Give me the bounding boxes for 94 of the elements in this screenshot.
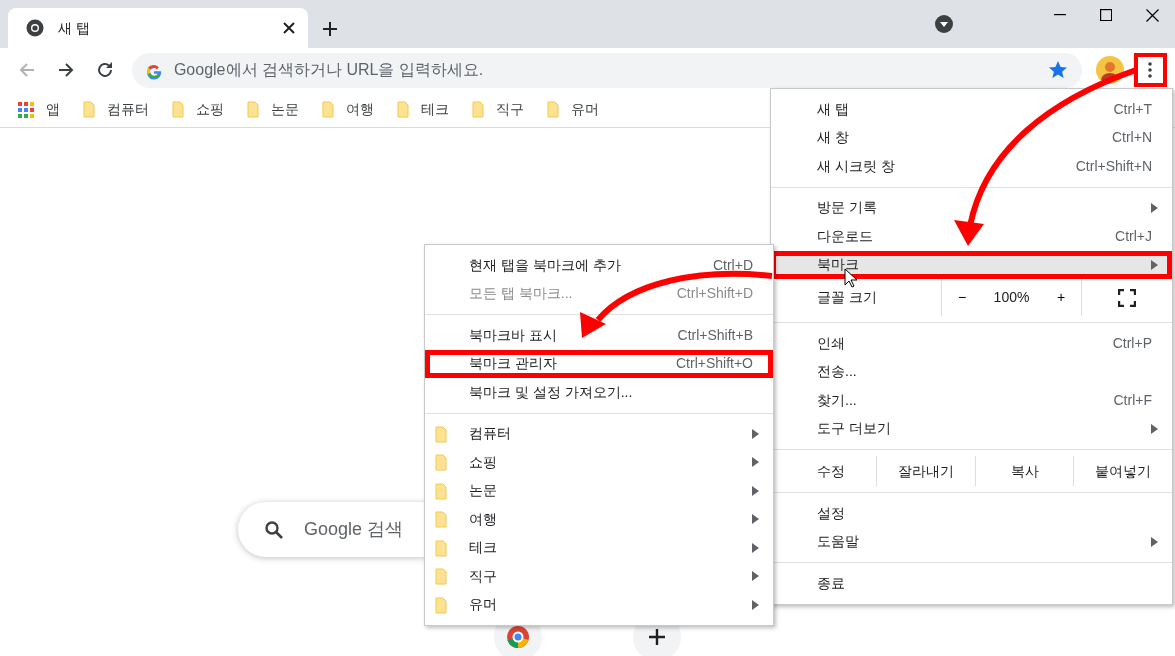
menu-item[interactable]: 쇼핑	[425, 448, 773, 477]
menu-item[interactable]: 도움말	[771, 527, 1172, 556]
shortcut-label: Ctrl+J	[1115, 226, 1152, 246]
menu-item[interactable]: 설정	[771, 499, 1172, 528]
menu-item[interactable]: 북마크 및 설정 가져오기...	[425, 378, 773, 407]
menu-label: 수정	[816, 461, 846, 481]
folder-icon	[435, 568, 447, 585]
shortcut-label: Ctrl+Shift+O	[675, 354, 753, 374]
plus-icon	[322, 21, 338, 37]
menu-item[interactable]: 컴퓨터	[425, 419, 773, 448]
menu-item[interactable]: 직구	[425, 562, 773, 591]
submenu-arrow-icon	[751, 514, 759, 525]
shortcut-label: Ctrl+P	[1112, 333, 1152, 353]
menu-item[interactable]: 북마크 관리자 Ctrl+Shift+O	[425, 349, 773, 378]
submenu-arrow-icon	[1150, 536, 1158, 547]
submenu-arrow-icon	[1150, 423, 1158, 434]
menu-item[interactable]: 다운로드 Ctrl+J	[771, 222, 1172, 251]
folder-icon	[435, 425, 447, 443]
menu-item[interactable]: 논문	[425, 476, 773, 505]
folder-icon	[397, 101, 409, 118]
bookmark-folder[interactable]: 테크	[397, 99, 449, 120]
maximize-icon	[1100, 9, 1112, 21]
bookmark-folder[interactable]: 직구	[472, 99, 524, 120]
folder-icon	[435, 511, 447, 528]
plus-icon	[648, 628, 666, 646]
folder-icon	[547, 101, 559, 118]
dropdown-icon	[935, 15, 953, 33]
tab-search-button[interactable]	[935, 15, 953, 33]
folder-icon	[172, 101, 184, 118]
zoom-level: 100%	[992, 288, 1031, 307]
menu-button[interactable]	[1133, 53, 1167, 87]
menu-item[interactable]: 북마크바 표시 Ctrl+Shift+B	[425, 321, 773, 350]
menu-item[interactable]: 현재 탭을 북마크에 추가 Ctrl+D	[425, 251, 773, 280]
folder-icon	[322, 101, 334, 118]
close-tab-button[interactable]	[282, 21, 296, 35]
submenu-arrow-icon	[751, 542, 759, 553]
submenu-arrow-icon	[1150, 202, 1158, 213]
submenu-arrow-icon	[1150, 259, 1158, 270]
apps-icon	[18, 101, 34, 118]
bookmark-folder[interactable]: 컴퓨터	[83, 99, 149, 120]
edit-button[interactable]: 붙여넣기	[1073, 456, 1172, 486]
menu-item[interactable]: 도구 더보기	[771, 414, 1172, 443]
close-icon	[282, 21, 296, 35]
search-icon	[264, 520, 284, 540]
bookmark-folder[interactable]: 쇼핑	[172, 99, 224, 120]
close-window-icon	[1145, 8, 1159, 22]
zoom-in-button[interactable]: +	[1041, 287, 1081, 308]
address-field[interactable]: Google에서 검색하거나 URL을 입력하세요.	[131, 52, 1082, 88]
menu-item[interactable]: 북마크	[771, 250, 1172, 279]
edit-button[interactable]: 잘라내기	[876, 456, 975, 486]
fullscreen-icon	[1118, 288, 1136, 307]
shortcut-label: Ctrl+Shift+N	[1075, 156, 1152, 176]
menu-item[interactable]: 새 탭 Ctrl+T	[771, 95, 1172, 124]
menu-icon	[1148, 62, 1153, 78]
menu-item[interactable]: 새 창 Ctrl+N	[771, 123, 1172, 152]
folder-icon	[435, 596, 447, 614]
star-icon[interactable]	[1047, 59, 1068, 80]
menu-item[interactable]: 방문 기록	[771, 193, 1172, 222]
minimize-icon	[1054, 14, 1066, 16]
bookmark-apps-button[interactable]: 앱	[18, 99, 60, 120]
profile-avatar[interactable]	[1095, 56, 1124, 84]
menu-item[interactable]: 전송...	[771, 357, 1172, 386]
browser-logo-icon	[26, 19, 44, 37]
menu-item[interactable]: 테크	[425, 533, 773, 562]
folder-icon	[83, 101, 95, 118]
menu-item[interactable]: 인쇄 Ctrl+P	[771, 329, 1172, 358]
shortcut-label: Ctrl+T	[1113, 99, 1152, 119]
tab-title: 새 탭	[58, 18, 90, 38]
folder-icon	[247, 101, 259, 118]
bookmark-folder[interactable]: 유머	[547, 99, 599, 120]
submenu-arrow-icon	[751, 571, 759, 582]
shortcut-label: Ctrl+Shift+D	[676, 284, 753, 304]
submenu-arrow-icon	[751, 428, 759, 439]
menu-item[interactable]: 종료	[771, 569, 1172, 598]
menu-item[interactable]: 여행	[425, 505, 773, 534]
shortcut-label: Ctrl+N	[1111, 128, 1152, 148]
browser-tab[interactable]: 새 탭	[8, 8, 308, 48]
folder-icon	[435, 539, 447, 557]
bookmark-folder[interactable]: 여행	[322, 99, 374, 120]
folder-icon	[472, 101, 484, 118]
zoom-out-button[interactable]: −	[942, 287, 982, 308]
shortcut-label: Ctrl+Shift+B	[677, 325, 753, 345]
submenu-arrow-icon	[751, 485, 759, 496]
folder-icon	[435, 482, 447, 500]
menu-item[interactable]: 새 시크릿 창 Ctrl+Shift+N	[771, 152, 1172, 181]
shortcut-label: Ctrl+F	[1113, 390, 1152, 410]
bookmark-folder[interactable]: 논문	[247, 99, 299, 120]
submenu-arrow-icon	[751, 599, 759, 610]
folder-icon	[435, 454, 447, 471]
submenu-arrow-icon	[751, 457, 759, 468]
menu-item[interactable]: 유머	[425, 590, 773, 619]
edit-button[interactable]: 복사	[974, 456, 1074, 486]
shortcut-label: Ctrl+D	[712, 255, 753, 275]
menu-item[interactable]: 찾기... Ctrl+F	[771, 386, 1172, 415]
